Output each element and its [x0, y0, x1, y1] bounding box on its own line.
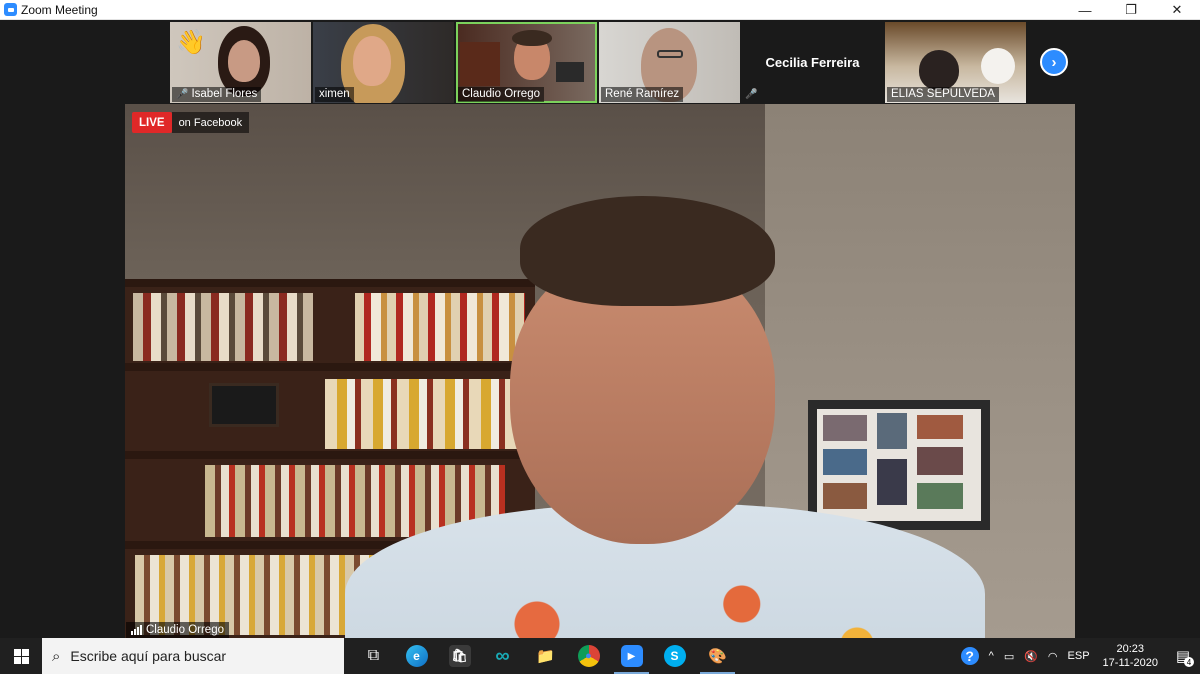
store-button[interactable]: 🛍: [438, 638, 481, 674]
speaker-hair: [520, 196, 775, 306]
participant-nametag: René Ramírez: [601, 87, 684, 102]
paint-icon: 🎨: [708, 648, 727, 665]
live-label: LIVE: [132, 112, 172, 133]
shelf-board: [125, 279, 535, 287]
lamp: [981, 48, 1015, 84]
shelf-board: [125, 451, 535, 459]
glasses: [657, 50, 683, 58]
speaker-name: Claudio Orrego: [146, 624, 224, 636]
window-title: Zoom Meeting: [21, 2, 98, 17]
windows-icon: [13, 648, 29, 664]
participant-name: René Ramírez: [605, 88, 680, 100]
books: [355, 293, 525, 361]
title-bar: Zoom Meeting — ❐ ✕: [0, 0, 1200, 20]
start-button[interactable]: [0, 638, 42, 674]
chevron-up-icon[interactable]: ^: [984, 638, 999, 674]
participant-name: ELIAS SEPULVEDA: [891, 88, 995, 100]
picture-frame: [209, 383, 279, 427]
clock[interactable]: 20:23 17-11-2020: [1095, 642, 1166, 670]
shelf-board: [125, 363, 535, 371]
participant-face: [353, 36, 391, 86]
participant-nametag: Claudio Orrego: [458, 87, 544, 102]
participant-name: ximen: [319, 88, 350, 100]
participant-name: Cecilia Ferreira: [765, 55, 860, 70]
file-explorer-button[interactable]: 📁: [524, 638, 567, 674]
chrome-icon: ●: [577, 645, 600, 667]
participant-nametag: ELIAS SEPULVEDA: [887, 87, 999, 102]
frame: [556, 62, 584, 82]
arduino-button[interactable]: ∞: [481, 638, 524, 674]
next-page-button[interactable]: ›: [1040, 48, 1068, 76]
participant-thumbnail[interactable]: 👋 🎤 Isabel Flores: [170, 22, 311, 103]
clock-date: 17-11-2020: [1102, 657, 1158, 669]
system-tray: ? ^ ▭ 🔇 ◠ ESP 20:23 17-11-2020 ▤ 4: [956, 638, 1200, 674]
participant-thumbnail[interactable]: ELIAS SEPULVEDA: [885, 22, 1026, 103]
zoom-app-icon: [4, 3, 17, 16]
zoom-button[interactable]: ▶: [610, 638, 653, 674]
participant-hair: [512, 30, 552, 46]
taskbar-apps: ⧉ e 🛍 ∞ 📁 ● ▶ S 🎨: [352, 638, 739, 674]
minimize-button[interactable]: —: [1062, 0, 1108, 20]
window-controls: — ❐ ✕: [1062, 0, 1200, 20]
bookshelf: [460, 42, 500, 86]
books: [325, 379, 525, 449]
participant-thumbnail[interactable]: ximen: [313, 22, 454, 103]
zoom-icon: ▶: [620, 645, 643, 667]
help-icon[interactable]: ?: [956, 638, 984, 674]
task-view-button[interactable]: ⧉: [352, 638, 395, 674]
taskbar-search[interactable]: ⌕ Escribe aquí para buscar: [42, 638, 344, 674]
participant-thumbnail[interactable]: René Ramírez: [599, 22, 740, 103]
folder-icon: 📁: [536, 648, 555, 665]
paint-button[interactable]: 🎨: [696, 638, 739, 674]
task-view-icon: ⧉: [367, 647, 380, 664]
mic-muted-icon: 🎤: [745, 89, 758, 100]
participant-face: [228, 40, 260, 82]
clock-time: 20:23: [1116, 643, 1145, 655]
search-placeholder: Escribe aquí para buscar: [70, 648, 227, 664]
chrome-button[interactable]: ●: [567, 638, 610, 674]
taskbar: ⌕ Escribe aquí para buscar ⧉ e 🛍 ∞ 📁 ● ▶…: [0, 638, 1200, 674]
notification-count: 4: [1184, 657, 1194, 667]
wifi-icon[interactable]: ◠: [1043, 638, 1063, 674]
participant-strip: 👋 🎤 Isabel Flores ximen Claudio Orrego R…: [170, 22, 1026, 103]
edge-button[interactable]: e: [395, 638, 438, 674]
skype-button[interactable]: S: [653, 638, 696, 674]
participant-nametag: ximen: [315, 87, 354, 102]
search-icon: ⌕: [52, 647, 61, 665]
edge-icon: e: [405, 645, 428, 667]
mic-muted-icon: 🎤: [176, 89, 189, 100]
close-button[interactable]: ✕: [1154, 0, 1200, 20]
participant-name: Claudio Orrego: [462, 88, 540, 100]
battery-icon[interactable]: ▭: [999, 638, 1019, 674]
restore-button[interactable]: ❐: [1108, 0, 1154, 20]
participant-nametag: 🎤 Isabel Flores: [172, 87, 262, 102]
meeting-stage: 👋 🎤 Isabel Flores ximen Claudio Orrego R…: [0, 20, 1200, 638]
notification-center-button[interactable]: ▤ 4: [1166, 638, 1200, 674]
participant-thumbnail-video-off[interactable]: Cecilia Ferreira 🎤: [742, 22, 883, 103]
live-platform: on Facebook: [171, 112, 250, 133]
signal-icon: [131, 625, 142, 635]
speaker-nametag: Claudio Orrego: [126, 622, 229, 638]
arduino-icon: ∞: [495, 644, 510, 667]
raise-hand-icon: 👋: [176, 29, 206, 56]
volume-muted-icon[interactable]: 🔇: [1019, 638, 1043, 674]
participant-thumbnail-active[interactable]: Claudio Orrego: [456, 22, 597, 103]
wall-photo-frame: [808, 400, 990, 530]
language-indicator[interactable]: ESP: [1063, 638, 1095, 674]
books: [133, 293, 313, 361]
skype-icon: S: [663, 645, 686, 667]
participant-face: [919, 50, 959, 90]
participant-name: Isabel Flores: [191, 88, 258, 100]
store-icon: 🛍: [448, 645, 471, 667]
live-stream-badge[interactable]: LIVE on Facebook: [132, 112, 250, 133]
active-speaker-video: LIVE on Facebook Claudio Orrego: [125, 104, 1075, 638]
